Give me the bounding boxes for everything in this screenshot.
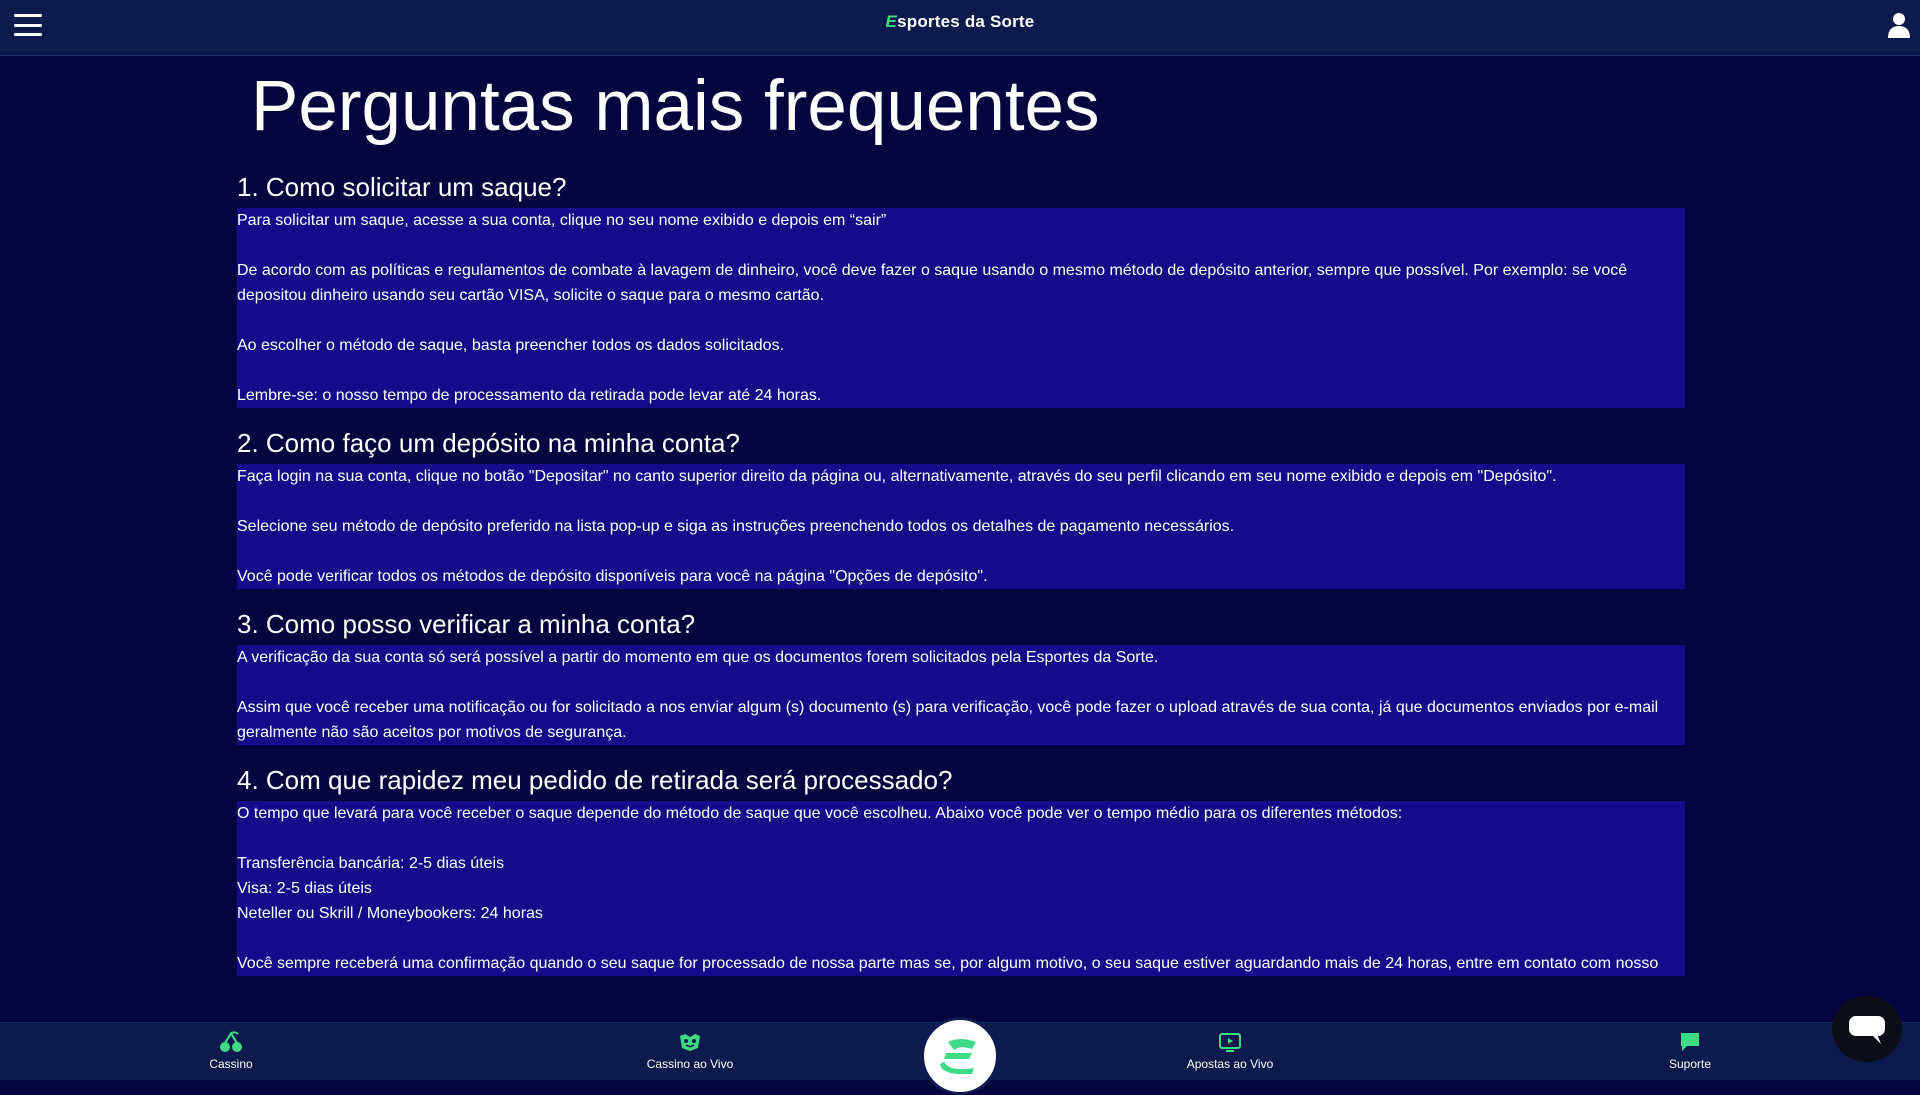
- nav-item-cassino-ao-vivo[interactable]: Cassino ao Vivo: [620, 1031, 760, 1071]
- brand-e-logo-icon: [940, 1039, 976, 1074]
- chat-icon: [1849, 1016, 1885, 1044]
- faq-answer-paragraph: Você pode verificar todos os métodos de …: [237, 568, 988, 585]
- faq-answer-paragraph: De acordo com as políticas e regulamento…: [237, 262, 1628, 304]
- hamburger-menu-icon[interactable]: [14, 14, 42, 36]
- live-chat-button[interactable]: [1832, 996, 1902, 1062]
- faq-answer-paragraph: O tempo que levará para você receber o s…: [237, 805, 1403, 822]
- chat-bubble-icon: [1681, 1033, 1699, 1051]
- nav-item-cassino[interactable]: Cassino: [161, 1031, 301, 1071]
- faq-answer-paragraph: Neteller ou Skrill / Moneybookers: 24 ho…: [237, 905, 543, 922]
- faq-answer-1: Para solicitar um saque, acesse a sua co…: [237, 208, 1685, 408]
- page-title: Perguntas mais frequentes: [251, 67, 1100, 146]
- faq-answer-paragraph: Ao escolher o método de saque, basta pre…: [237, 337, 785, 354]
- faq-answer-paragraph: A verificação da sua conta só será possí…: [237, 649, 1159, 666]
- faq-answer-4: O tempo que levará para você receber o s…: [237, 801, 1685, 976]
- nav-label: Cassino: [209, 1057, 253, 1071]
- faq-question-3: 3. Como posso verificar a minha conta?: [237, 609, 696, 639]
- nav-label: Apostas ao Vivo: [1186, 1057, 1274, 1071]
- faq-question-4: 4. Com que rapidez meu pedido de retirad…: [237, 765, 953, 795]
- cherry-icon: [220, 1031, 242, 1052]
- nav-label: Suporte: [1668, 1057, 1712, 1071]
- top-header: Esportes da Sorte: [0, 0, 1920, 56]
- center-home-logo-button[interactable]: [921, 1017, 999, 1095]
- user-account-icon[interactable]: [1888, 12, 1910, 38]
- faq-answer-3: A verificação da sua conta só será possí…: [237, 645, 1685, 745]
- nav-item-apostas-ao-vivo[interactable]: Apostas ao Vivo: [1160, 1031, 1300, 1071]
- brand-logo[interactable]: Esportes da Sorte: [886, 12, 1035, 32]
- faq-question-2: 2. Como faço um depósito na minha conta?: [237, 428, 740, 458]
- faq-answer-2: Faça login na sua conta, clique no botão…: [237, 464, 1685, 589]
- faq-answer-paragraph: Selecione seu método de depósito preferi…: [237, 518, 1235, 535]
- live-casino-icon: [680, 1034, 700, 1051]
- faq-content: Perguntas mais frequentes 1. Como solici…: [237, 56, 1685, 1022]
- faq-question-1: 1. Como solicitar um saque?: [237, 172, 567, 202]
- faq-answer-paragraph: Lembre-se: o nosso tempo de processament…: [237, 387, 822, 404]
- faq-answer-paragraph: Transferência bancária: 2-5 dias úteis: [237, 855, 505, 872]
- faq-answer-paragraph: Você sempre receberá uma confirmação qua…: [237, 955, 1659, 972]
- nav-item-suporte[interactable]: Suporte: [1620, 1031, 1760, 1071]
- faq-answer-paragraph: Faça login na sua conta, clique no botão…: [237, 468, 1557, 485]
- nav-label: Cassino ao Vivo: [646, 1057, 734, 1071]
- faq-answer-paragraph: Assim que você receber uma notificação o…: [237, 699, 1659, 741]
- faq-answer-paragraph: Para solicitar um saque, acesse a sua co…: [237, 212, 887, 229]
- faq-answer-paragraph: Visa: 2-5 dias úteis: [237, 880, 372, 897]
- live-bets-icon: [1219, 1033, 1241, 1052]
